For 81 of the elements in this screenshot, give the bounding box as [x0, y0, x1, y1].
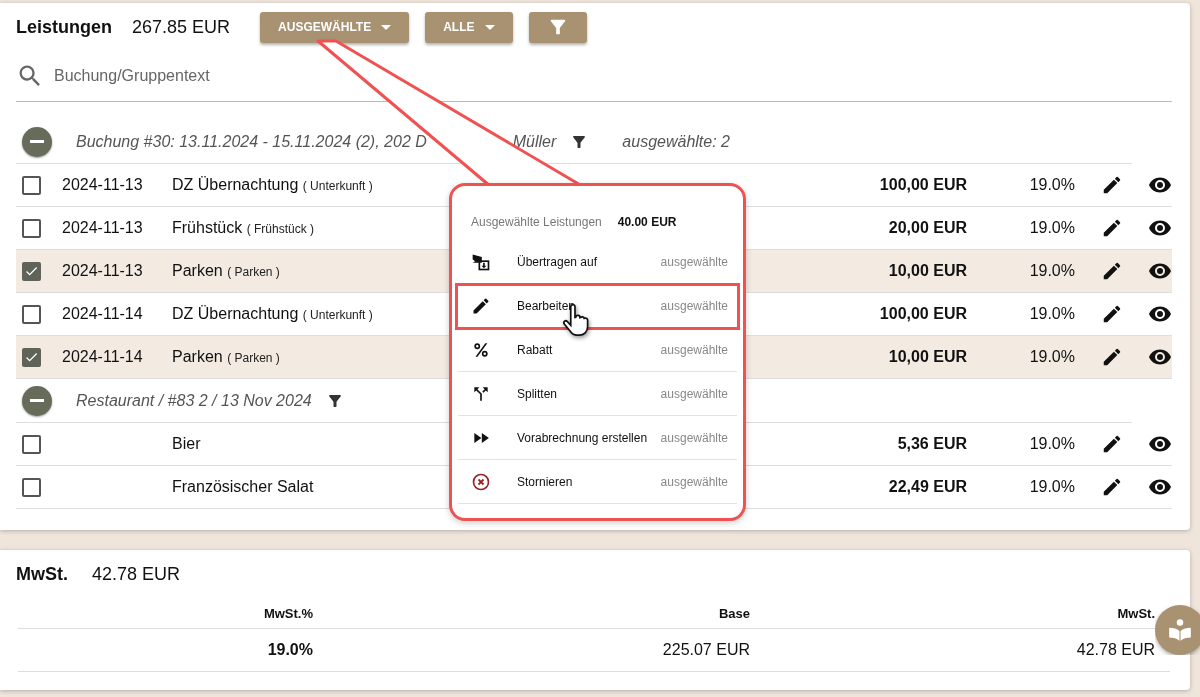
collapse-icon[interactable]	[22, 126, 52, 157]
date-cell-text: 2024-11-13	[62, 176, 144, 194]
edit-icon[interactable]	[1101, 476, 1123, 498]
menu-item[interactable]: Splitten	[517, 386, 661, 401]
category-label: ( Parken )	[227, 351, 280, 365]
item-name: Französischer Salat	[172, 478, 314, 496]
caret-icon	[484, 24, 495, 30]
date-cell-text: 2024-11-14	[62, 348, 144, 366]
date-cell-text: 2024-11-13	[62, 219, 144, 237]
scope-label: ausgewählte	[660, 474, 728, 489]
amount-cell-text: 22,49 EUR	[887, 478, 967, 496]
checkbox[interactable]	[22, 175, 41, 195]
menu-item[interactable]: Stornieren	[517, 474, 661, 489]
filter-button[interactable]	[528, 11, 587, 43]
checkbox[interactable]	[22, 477, 41, 497]
checkbox[interactable]	[22, 347, 41, 367]
cancel-icon	[471, 471, 491, 492]
scope-label: ausgewählte	[660, 254, 728, 269]
total-amount: 42.78 EUR	[92, 563, 181, 585]
edit-icon[interactable]	[1101, 346, 1123, 368]
item-name: Parken	[172, 348, 223, 365]
edit-icon	[471, 295, 491, 316]
checkbox[interactable]	[22, 218, 41, 238]
menu-item[interactable]: Vorabrechnung erstellen	[517, 430, 661, 445]
section-title: Leistungen	[16, 16, 112, 38]
vat-rate-cell-text: 19.0%	[1028, 348, 1075, 366]
category-label: ( Parken )	[227, 265, 280, 279]
group-title: Müller	[512, 132, 557, 151]
caret-icon	[381, 24, 392, 30]
edit-icon[interactable]	[1101, 260, 1123, 282]
amount-cell-text: 10,00 EUR	[887, 262, 967, 280]
checkbox[interactable]	[22, 434, 41, 454]
table-cell-text: 42.78 EUR	[1075, 641, 1155, 659]
scope-label: ausgewählte	[660, 430, 728, 445]
vat-rate-cell-text: 19.0%	[1028, 305, 1075, 323]
vat-rate-cell-text: 19.0%	[1028, 219, 1075, 237]
vat-rate-cell-text: 19.0%	[1028, 262, 1075, 280]
category-label: ( Unterkunft )	[302, 179, 373, 193]
amount-cell-text: 20,00 EUR	[887, 219, 967, 237]
amount-cell-text: 100,00 EUR	[878, 176, 967, 194]
category-label: ( Unterkunft )	[302, 308, 373, 322]
table-cell-text: 19.0%	[266, 641, 313, 659]
group-title: Buchung #30: 13.11.2024 - 15.11.2024 (2), 202 D	[76, 132, 427, 151]
menu-title: Ausgewählte Leistungen	[471, 215, 602, 229]
table-cell-text: 225.07 EUR	[661, 641, 750, 659]
scope-label: ausgewählte	[660, 342, 728, 357]
checkbox[interactable]	[22, 261, 41, 281]
item-name: Parken	[172, 262, 223, 279]
edit-icon[interactable]	[1101, 217, 1123, 239]
menu-item[interactable]: Bearbeiten	[517, 298, 661, 313]
item-name: DZ Übernachtung	[172, 176, 299, 193]
category-label: ( Frühstück )	[246, 222, 315, 236]
edit-icon[interactable]	[1101, 303, 1123, 325]
edit-icon[interactable]	[1101, 174, 1123, 196]
column-header: MwSt.%	[262, 605, 313, 621]
amount-cell-text: 100,00 EUR	[878, 305, 967, 323]
book-icon	[1167, 617, 1193, 643]
menu-item[interactable]: Übertragen auf	[517, 254, 661, 269]
column-header: MwSt.	[1116, 605, 1155, 621]
vat-rate-cell-text: 19.0%	[1028, 435, 1075, 453]
checkbox[interactable]	[22, 304, 41, 324]
vat-rate-cell-text: 19.0%	[1028, 478, 1075, 496]
scope-label: ausgewählte	[660, 298, 728, 313]
vat-rate-cell-text: 19.0%	[1028, 176, 1075, 194]
edit-icon[interactable]	[1101, 433, 1123, 455]
group-title: Restaurant / #83 2 / 13 Nov 2024	[76, 391, 312, 410]
selected-total: 40.00 EUR	[617, 215, 677, 229]
collapse-icon[interactable]	[22, 385, 52, 416]
section-title: MwSt.	[16, 563, 68, 585]
date-cell-text: 2024-11-13	[62, 262, 144, 280]
scope-label: ausgewählte	[660, 386, 728, 401]
item-name: DZ Übernachtung	[172, 305, 299, 322]
amount-cell-text: 5,36 EUR	[896, 435, 967, 453]
column-header: Base	[717, 605, 750, 621]
total-amount: 267.85 EUR	[132, 16, 231, 38]
selected-count: ausgewählte: 2	[622, 132, 730, 151]
item-name: Bier	[172, 435, 201, 453]
date-cell-text: 2024-11-14	[62, 305, 144, 323]
amount-cell-text: 10,00 EUR	[887, 348, 967, 366]
item-name: Frühstück	[172, 219, 243, 236]
menu-item[interactable]: Rabatt	[517, 342, 661, 357]
